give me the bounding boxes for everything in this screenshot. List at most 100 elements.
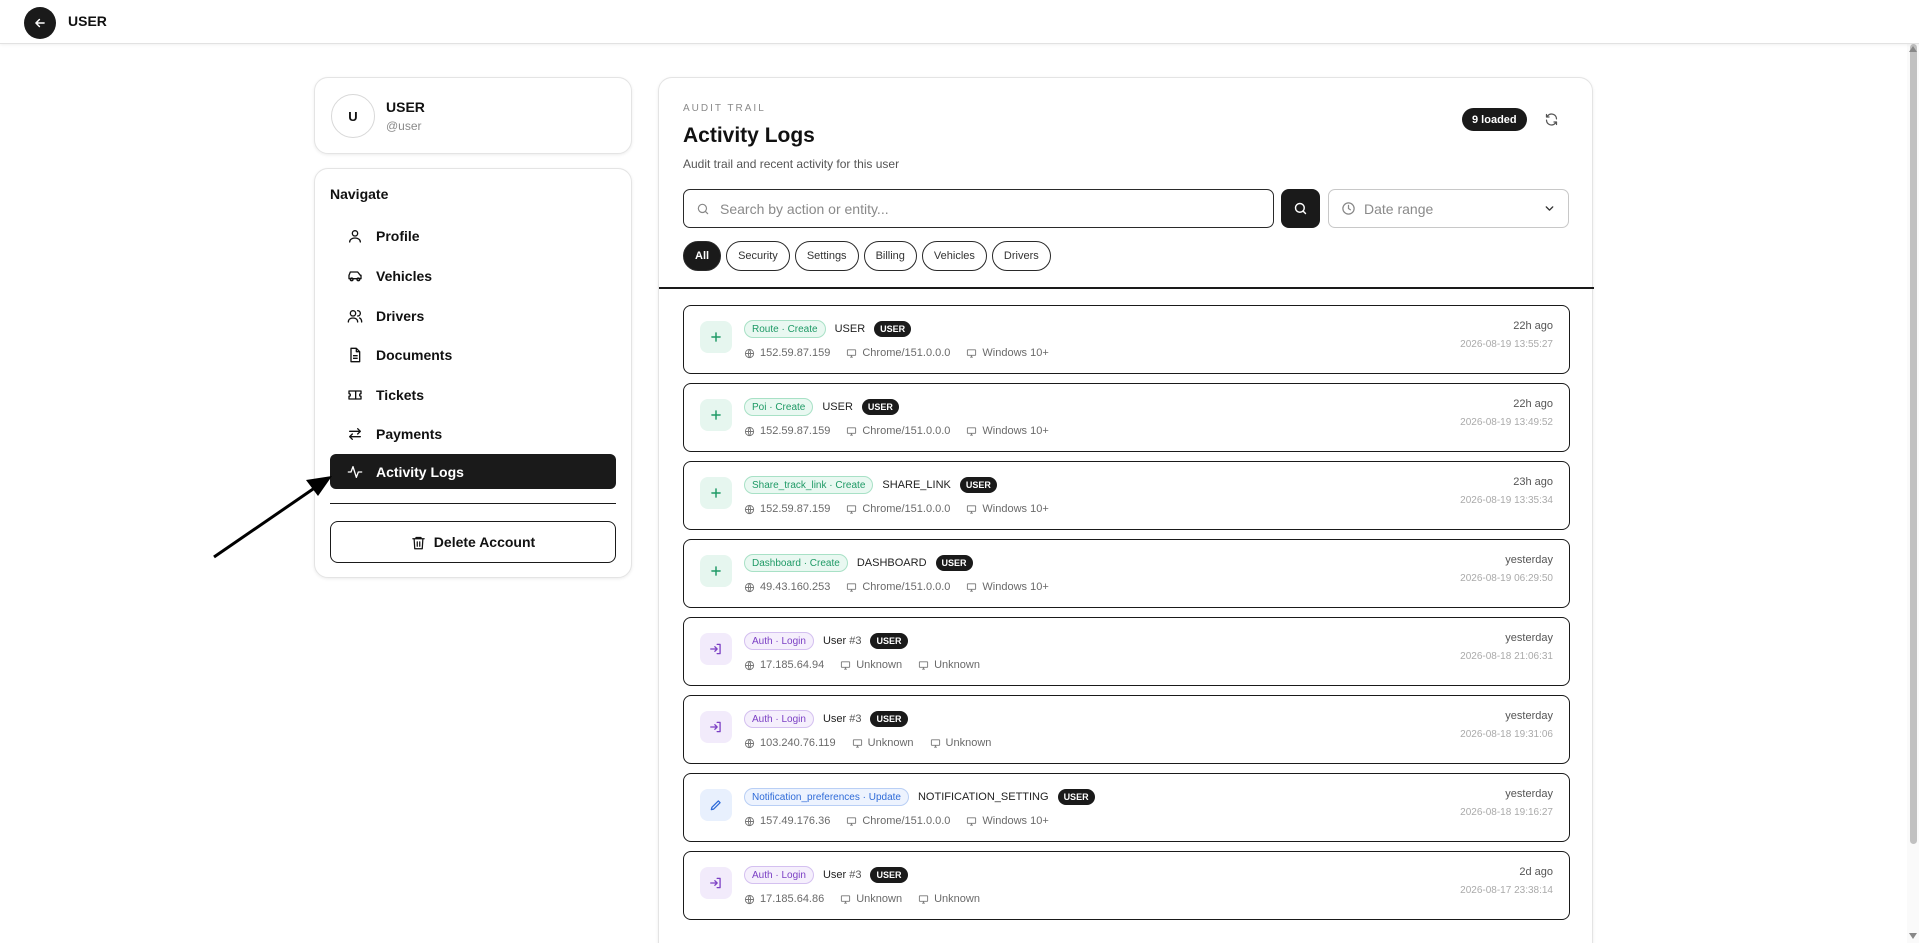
relative-time: 22h ago — [1513, 320, 1553, 332]
log-row[interactable]: Share_track_link · Create SHARE_LINK USER 1… — [683, 461, 1570, 530]
browser-name: Unknown — [856, 659, 903, 671]
scroll-down-arrow-icon[interactable] — [1909, 933, 1917, 939]
nav-title: Navigate — [330, 186, 389, 202]
log-row[interactable]: Notification_preferences · Update NOTIFIC… — [683, 773, 1570, 842]
section-title: Activity Logs — [683, 124, 815, 147]
plus-icon — [700, 321, 732, 353]
delete-account-button[interactable]: Delete Account — [330, 521, 616, 563]
os-icon — [967, 426, 977, 436]
section-subtitle: Audit trail and recent activity for this… — [683, 157, 900, 171]
entity-number: #3 — [849, 635, 862, 647]
back-button[interactable] — [24, 7, 56, 39]
scroll-up-arrow-icon[interactable] — [1909, 46, 1917, 52]
entity-label: USER — [835, 323, 866, 335]
os-name: Windows 10+ — [982, 425, 1049, 437]
browser-name: Chrome/151.0.0.0 — [862, 815, 951, 827]
filter-chip-security[interactable]: Security — [726, 241, 790, 271]
search-field[interactable] — [683, 189, 1274, 228]
entity-name: User — [822, 713, 847, 725]
entity-label: User #3 — [823, 635, 862, 647]
user-name: USER — [386, 99, 425, 115]
log-meta: 157.49.176.36 Chrome/151.0.0.0 Windows 10+ — [744, 815, 1065, 827]
entity-name: USER — [834, 323, 866, 335]
timestamp: 2026-08-18 19:31:06 — [1460, 729, 1553, 740]
log-row[interactable]: Auth · Login User #3 USER 103.240.76.119 Unk… — [683, 695, 1570, 764]
os-name: Windows 10+ — [982, 581, 1049, 593]
role-badge: USER — [870, 633, 908, 649]
trash-icon — [412, 536, 425, 549]
log-row[interactable]: Auth · Login User #3 USER 17.185.64.86 Unkno… — [683, 851, 1570, 920]
os-name: Unknown — [934, 893, 980, 905]
filter-chip-vehicles[interactable]: Vehicles — [921, 241, 987, 271]
nav-item-payments[interactable]: Payments — [330, 416, 616, 451]
search-icon — [697, 203, 709, 214]
entity-label: NOTIFICATION_SETTING — [918, 791, 1049, 803]
log-row[interactable]: Auth · Login User #3 USER 17.185.64.94 Unkno… — [683, 617, 1570, 686]
date-range-select[interactable]: Date range — [1328, 189, 1569, 228]
role-badge: USER — [959, 477, 997, 493]
refresh-button[interactable] — [1541, 109, 1561, 129]
filter-chip-settings[interactable]: Settings — [794, 241, 859, 271]
nav-item-label: Payments — [376, 425, 443, 442]
entity-number: #3 — [849, 869, 862, 881]
log-meta: 152.59.87.159 Chrome/151.0.0.0 Windows 10+ — [744, 425, 1065, 437]
os-icon — [967, 348, 977, 358]
filter-chip-drivers[interactable]: Drivers — [991, 241, 1051, 271]
search-icon — [1294, 202, 1307, 215]
ip-address: 17.185.64.86 — [760, 893, 825, 905]
plus-icon — [700, 399, 732, 431]
entity-label: User #3 — [823, 869, 862, 881]
action-chip: Notification_preferences · Update — [744, 788, 909, 806]
log-meta: 17.185.64.94 Unknown Unknown — [744, 659, 996, 671]
relative-time: yesterday — [1505, 710, 1553, 722]
user-card: U USER @user — [314, 77, 632, 154]
nav-item-documents[interactable]: Documents — [330, 337, 616, 372]
timestamp: 2026-08-18 21:06:31 — [1460, 651, 1553, 662]
ip-address: 49.43.160.253 — [760, 581, 831, 593]
os-icon — [919, 894, 929, 904]
relative-time: yesterday — [1505, 788, 1553, 800]
entity-label: User #3 — [823, 713, 862, 725]
filter-chip-billing[interactable]: Billing — [863, 241, 917, 271]
nav-item-drivers[interactable]: Drivers — [330, 298, 616, 333]
role-badge: USER — [870, 867, 908, 883]
browser-icon — [841, 894, 851, 904]
entity-name: User — [822, 635, 847, 647]
entity-name: NOTIFICATION_SETTING — [917, 791, 1049, 803]
browser-icon — [847, 816, 857, 826]
globe-icon — [744, 582, 755, 592]
action-chip: Poi · Create — [744, 398, 814, 416]
nav-item-tickets[interactable]: Tickets — [330, 377, 616, 412]
nav-divider — [330, 503, 616, 504]
os-name: Unknown — [945, 737, 992, 749]
browser-name: Chrome/151.0.0.0 — [862, 347, 951, 359]
entity-number: #3 — [849, 713, 862, 725]
loaded-count-badge: 9 loaded — [1462, 108, 1527, 131]
os-name: Windows 10+ — [982, 347, 1049, 359]
activity-icon — [346, 463, 364, 481]
role-badge: USER — [1057, 789, 1095, 805]
log-row[interactable]: Route · Create USER USER 152.59.87.159 Chrom… — [683, 305, 1570, 374]
plus-icon — [700, 555, 732, 587]
globe-icon — [744, 894, 755, 904]
action-chip: Auth · Login — [744, 710, 814, 728]
refresh-icon — [1545, 112, 1557, 126]
filter-chip-all[interactable]: All — [683, 241, 722, 271]
entity-name: SHARE_LINK — [882, 479, 951, 491]
role-badge: USER — [861, 399, 899, 415]
search-button[interactable] — [1281, 189, 1320, 228]
nav-item-vehicles[interactable]: Vehicles — [330, 258, 616, 293]
navigation-card: Navigate Profile Vehicles Drivers Docume… — [314, 168, 632, 578]
role-badge: USER — [874, 321, 912, 337]
scrollbar-thumb[interactable] — [1910, 44, 1917, 844]
nav-item-profile[interactable]: Profile — [330, 218, 616, 253]
filter-chips: All Security Settings Billing Vehicles D… — [683, 241, 1051, 271]
search-input[interactable] — [720, 200, 1240, 217]
log-row[interactable]: Dashboard · Create DASHBOARD USER 49.43.160… — [683, 539, 1570, 608]
user-icon — [346, 227, 364, 245]
log-meta: 17.185.64.86 Unknown Unknown — [744, 893, 996, 905]
entity-name: DASHBOARD — [856, 557, 927, 569]
nav-item-activity-logs[interactable]: Activity Logs — [330, 454, 616, 489]
browser-name: Chrome/151.0.0.0 — [862, 425, 951, 437]
log-row[interactable]: Poi · Create USER USER 152.59.87.159 Chrome/… — [683, 383, 1570, 452]
